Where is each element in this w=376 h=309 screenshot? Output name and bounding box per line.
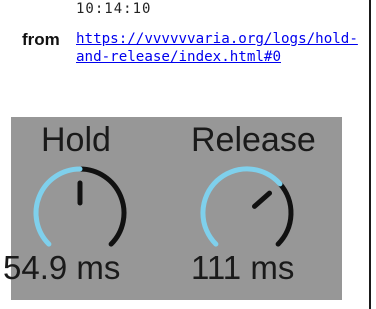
timestamp: 10:14:10 bbox=[76, 1, 152, 17]
release-value: 111 ms bbox=[191, 249, 295, 286]
hold-knob-level-arc bbox=[33, 166, 83, 247]
release-knob-title: Release bbox=[191, 121, 316, 159]
release-knob-level-arc bbox=[200, 166, 283, 247]
hold-knob[interactable] bbox=[25, 161, 135, 261]
hold-value: 54.9 ms bbox=[3, 249, 121, 286]
source-link[interactable]: https://vvvvvvaria.org/logs/hold-and-rel… bbox=[76, 30, 366, 66]
hold-knob-track bbox=[77, 166, 127, 247]
release-knob[interactable] bbox=[192, 161, 302, 261]
release-knob-track bbox=[275, 181, 294, 247]
release-knob-pointer bbox=[252, 190, 273, 209]
hold-knob-title: Hold bbox=[41, 121, 111, 159]
knob-panel: Hold 54.9 ms Release 111 ms bbox=[3, 117, 342, 300]
right-border-line bbox=[369, 0, 371, 309]
from-label: from bbox=[22, 30, 60, 49]
